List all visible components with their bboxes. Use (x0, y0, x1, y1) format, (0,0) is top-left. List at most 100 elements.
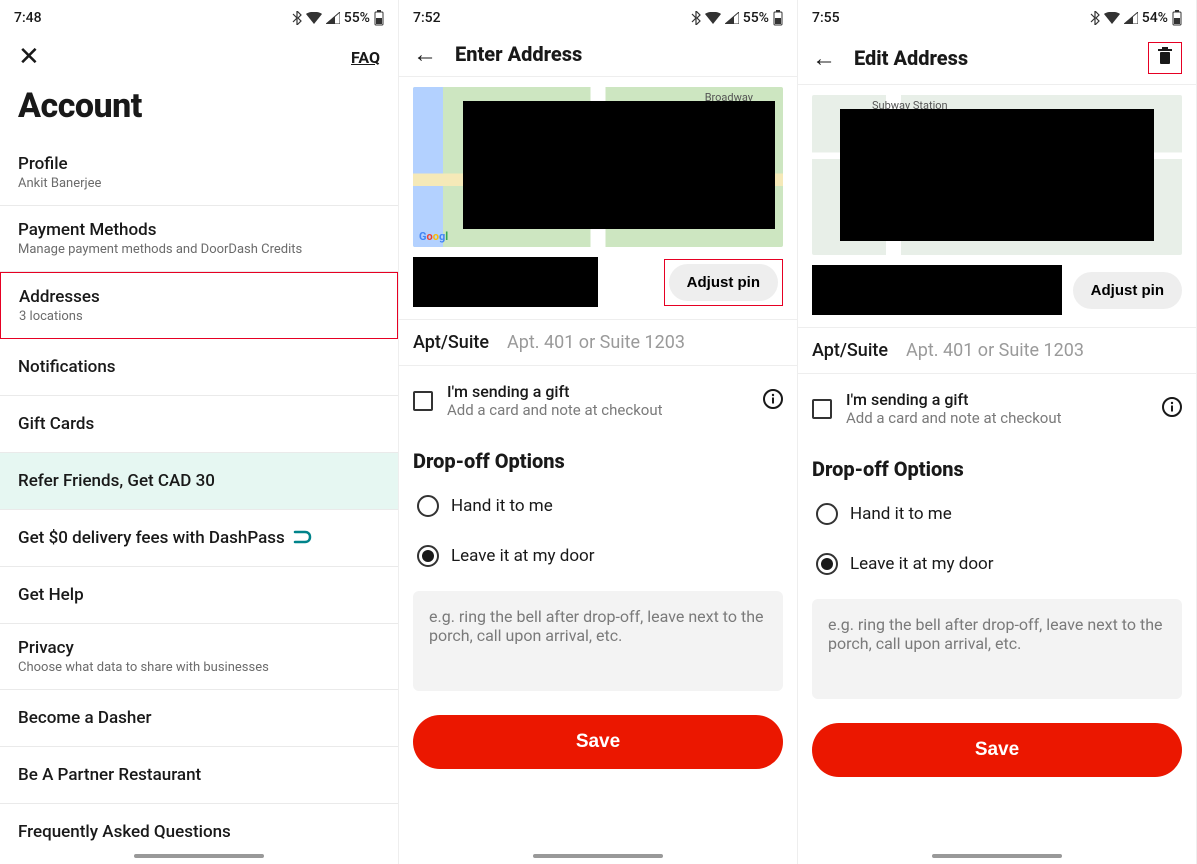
battery-percent: 55% (344, 10, 370, 26)
signal-icon (725, 12, 739, 24)
dropoff-title: Drop-off Options (399, 435, 797, 481)
wifi-icon (705, 12, 721, 24)
menu-get-help[interactable]: Get Help (0, 567, 398, 624)
redacted-area (463, 101, 775, 229)
menu-gift-cards[interactable]: Gift Cards (0, 396, 398, 453)
gift-subtitle: Add a card and note at checkout (447, 401, 663, 419)
top-bar: ← Enter Address (399, 32, 797, 77)
map[interactable]: Subway Station (812, 95, 1182, 255)
status-time: 7:52 (413, 10, 441, 26)
delivery-note-input[interactable]: e.g. ring the bell after drop-off, leave… (413, 591, 783, 691)
top-bar: ← Edit Address (798, 32, 1196, 85)
faq-link[interactable]: FAQ (351, 48, 380, 67)
home-indicator (533, 854, 663, 858)
gift-checkbox[interactable] (812, 399, 832, 419)
google-logo: Googl (419, 230, 448, 243)
bluetooth-icon (292, 11, 302, 25)
radio-button[interactable] (417, 495, 439, 517)
menu-become-dasher[interactable]: Become a Dasher (0, 690, 398, 747)
menu-refer-friends[interactable]: Refer Friends, Get CAD 30 (0, 453, 398, 510)
home-indicator (932, 854, 1062, 858)
menu-partner-restaurant[interactable]: Be A Partner Restaurant (0, 747, 398, 804)
status-bar: 7:48 55% (0, 0, 398, 32)
gift-title: I'm sending a gift (846, 390, 1062, 409)
back-icon[interactable]: ← (413, 42, 437, 66)
highlight-box-trash (1148, 42, 1182, 74)
dashpass-icon (293, 529, 313, 548)
address-redacted (413, 257, 598, 307)
status-icons: 55% (292, 10, 384, 26)
radio-button[interactable] (816, 503, 838, 525)
redacted-area (840, 109, 1154, 241)
gift-subtitle: Add a card and note at checkout (846, 409, 1062, 427)
gift-title: I'm sending a gift (447, 382, 663, 401)
bluetooth-icon (1090, 11, 1100, 25)
menu-faq[interactable]: Frequently Asked Questions (0, 804, 398, 860)
adjust-pin-button[interactable]: Adjust pin (1073, 272, 1182, 309)
battery-icon (1172, 10, 1182, 26)
edit-address-screen: 7:55 54% ← Edit Address Subway Station A… (798, 0, 1197, 864)
back-icon[interactable]: ← (812, 46, 836, 70)
battery-percent: 54% (1142, 10, 1168, 26)
apt-suite-field[interactable]: Apt/Suite Apt. 401 or Suite 1203 (798, 327, 1196, 374)
address-row: Adjust pin (399, 247, 797, 319)
apt-placeholder: Apt. 401 or Suite 1203 (906, 340, 1084, 361)
signal-icon (326, 12, 340, 24)
gift-row[interactable]: I'm sending a gift Add a card and note a… (399, 366, 797, 435)
battery-icon (773, 10, 783, 26)
menu-privacy[interactable]: Privacy Choose what data to share with b… (0, 624, 398, 690)
apt-label: Apt/Suite (812, 340, 888, 361)
save-button[interactable]: Save (812, 723, 1182, 777)
status-bar: 7:52 55% (399, 0, 797, 32)
highlight-box-adjust-pin: Adjust pin (664, 259, 783, 306)
map-container: Subway Station (798, 85, 1196, 255)
battery-icon (374, 10, 384, 26)
menu-payment-methods[interactable]: Payment Methods Manage payment methods a… (0, 206, 398, 272)
battery-percent: 55% (743, 10, 769, 26)
close-icon[interactable]: ✕ (18, 44, 40, 70)
map[interactable]: Broadway Googl (413, 87, 783, 247)
delivery-note-input[interactable]: e.g. ring the bell after drop-off, leave… (812, 599, 1182, 699)
header-title: Edit Address (854, 46, 1130, 70)
menu-dashpass[interactable]: Get $0 delivery fees with DashPass (0, 510, 398, 567)
wifi-icon (1104, 12, 1120, 24)
wifi-icon (306, 12, 322, 24)
menu-notifications[interactable]: Notifications (0, 339, 398, 396)
adjust-pin-button[interactable]: Adjust pin (669, 264, 778, 301)
status-time: 7:48 (14, 10, 42, 26)
radio-leave-door[interactable]: Leave it at my door (798, 539, 1196, 589)
top-bar: ✕ FAQ (0, 32, 398, 80)
bluetooth-icon (691, 11, 701, 25)
address-redacted (812, 265, 1062, 315)
info-icon[interactable] (763, 389, 783, 413)
radio-leave-door[interactable]: Leave it at my door (399, 531, 797, 581)
menu-profile[interactable]: Profile Ankit Banerjee (0, 140, 398, 206)
page-title: Account (0, 80, 398, 140)
gift-row[interactable]: I'm sending a gift Add a card and note a… (798, 374, 1196, 443)
status-icons: 55% (691, 10, 783, 26)
address-row: Adjust pin (798, 255, 1196, 327)
gift-checkbox[interactable] (413, 391, 433, 411)
account-screen: 7:48 55% ✕ FAQ Account Profile Ankit Ban… (0, 0, 399, 864)
radio-hand-it[interactable]: Hand it to me (399, 481, 797, 531)
signal-icon (1124, 12, 1138, 24)
apt-suite-field[interactable]: Apt/Suite Apt. 401 or Suite 1203 (399, 319, 797, 366)
status-bar: 7:55 54% (798, 0, 1196, 32)
trash-icon[interactable] (1155, 48, 1175, 71)
highlight-box-addresses: Addresses 3 locations (0, 272, 398, 339)
save-button[interactable]: Save (413, 715, 783, 769)
apt-label: Apt/Suite (413, 332, 489, 353)
info-icon[interactable] (1162, 397, 1182, 421)
radio-button[interactable] (417, 545, 439, 567)
header-title: Enter Address (455, 42, 783, 66)
apt-placeholder: Apt. 401 or Suite 1203 (507, 332, 685, 353)
menu-addresses[interactable]: Addresses 3 locations (1, 273, 397, 338)
enter-address-screen: 7:52 55% ← Enter Address Broadway Googl … (399, 0, 798, 864)
status-icons: 54% (1090, 10, 1182, 26)
radio-button[interactable] (816, 553, 838, 575)
dropoff-title: Drop-off Options (798, 443, 1196, 489)
status-time: 7:55 (812, 10, 840, 26)
radio-hand-it[interactable]: Hand it to me (798, 489, 1196, 539)
map-container: Broadway Googl (399, 77, 797, 247)
home-indicator (134, 854, 264, 858)
